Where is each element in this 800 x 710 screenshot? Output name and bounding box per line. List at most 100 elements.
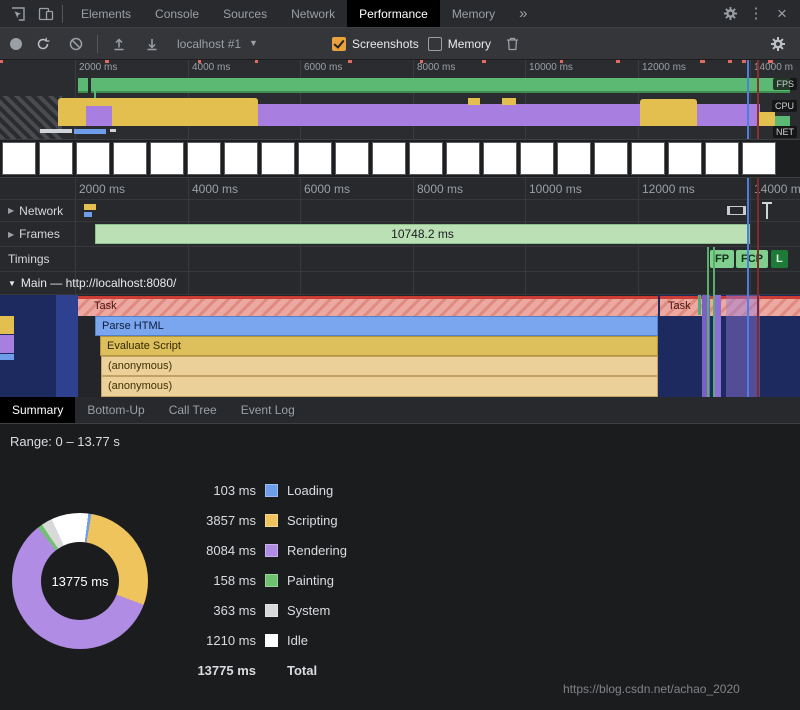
cpu-scripting-bump xyxy=(502,98,516,105)
watermark-text: https://blog.csdn.net/achao_2020 xyxy=(563,682,740,696)
screenshots-toggle[interactable]: Screenshots xyxy=(332,37,419,51)
screenshot-thumb[interactable] xyxy=(187,142,221,175)
long-task-mark xyxy=(616,60,620,63)
main-thread-track-header[interactable]: ▼ Main — http://localhost:8080/ xyxy=(0,272,800,295)
network-request-ibeam[interactable] xyxy=(766,202,768,219)
tab-label: Network xyxy=(291,7,335,21)
expand-arrow-icon[interactable]: ▶ xyxy=(8,206,14,215)
frames-track-header[interactable]: ▶ Frames xyxy=(8,227,60,241)
net-track-label: NET xyxy=(773,126,797,138)
screenshot-thumb[interactable] xyxy=(76,142,110,175)
tab-memory[interactable]: Memory xyxy=(440,0,507,27)
range-handle-band[interactable] xyxy=(56,295,78,397)
screenshot-thumb[interactable] xyxy=(298,142,332,175)
tab-label: Sources xyxy=(223,7,267,21)
long-task-mark xyxy=(348,60,352,63)
network-request-ibeam-cap xyxy=(762,202,772,204)
tab-label: Event Log xyxy=(241,403,295,417)
screenshot-thumb[interactable] xyxy=(742,142,776,175)
screenshots-checkbox[interactable] xyxy=(332,37,346,51)
save-profile-icon[interactable] xyxy=(140,32,164,56)
tab-bottom-up[interactable]: Bottom-Up xyxy=(75,397,156,423)
flame-anonymous-bar-2[interactable]: (anonymous) xyxy=(101,376,658,397)
tab-call-tree[interactable]: Call Tree xyxy=(157,397,229,423)
screenshot-thumb[interactable] xyxy=(335,142,369,175)
tab-label: Memory xyxy=(452,7,495,21)
network-request-bar[interactable] xyxy=(84,204,96,210)
timings-track-header[interactable]: Timings xyxy=(8,252,50,266)
screenshot-thumb[interactable] xyxy=(668,142,702,175)
overview-tick-label: 10000 ms xyxy=(529,62,573,73)
screenshot-thumb[interactable] xyxy=(520,142,554,175)
flame-bar-label: Parse HTML xyxy=(102,320,164,332)
tab-sources[interactable]: Sources xyxy=(211,0,279,27)
tab-performance[interactable]: Performance xyxy=(347,0,440,27)
performance-toolbar: localhost #1 ▼ Screenshots Memory xyxy=(0,28,800,60)
flame-evaluate-script-bar[interactable]: Evaluate Script xyxy=(100,336,658,356)
network-track-header[interactable]: ▶ Network xyxy=(8,204,63,218)
timings-track[interactable]: Timings FP FCP L xyxy=(0,247,800,272)
more-tabs-button[interactable]: » xyxy=(507,0,539,27)
device-toolbar-icon[interactable] xyxy=(34,2,58,26)
frames-track[interactable]: ▶ Frames 10748.2 ms xyxy=(0,222,800,247)
screenshot-thumb[interactable] xyxy=(113,142,147,175)
tab-label: Performance xyxy=(359,7,428,21)
tab-console[interactable]: Console xyxy=(143,0,211,27)
network-request-bar[interactable] xyxy=(84,212,92,217)
network-request-capsule[interactable] xyxy=(727,206,746,215)
flame-parse-html-bar[interactable]: Parse HTML xyxy=(95,316,658,336)
flame-anonymous-bar[interactable]: (anonymous) xyxy=(101,356,658,376)
tab-elements[interactable]: Elements xyxy=(69,0,143,27)
flame-bar-label: Evaluate Script xyxy=(107,340,181,352)
profile-select[interactable]: localhost #1 ▼ xyxy=(173,37,323,51)
kebab-menu-icon[interactable]: ⋮ xyxy=(744,2,768,26)
screenshots-label: Screenshots xyxy=(352,37,419,51)
devtools-window: Elements Console Sources Network Perform… xyxy=(0,0,800,710)
capture-settings-gear-icon[interactable] xyxy=(766,32,790,56)
screenshot-thumb[interactable] xyxy=(150,142,184,175)
overview[interactable]: FPS CPU NET 2000 ms4000 ms6000 ms8000 ms… xyxy=(0,60,800,140)
fcp-badge[interactable]: FCP xyxy=(736,250,768,268)
legend-value: 3857 ms xyxy=(192,513,256,528)
settings-gear-icon[interactable] xyxy=(718,2,742,26)
overview-tick-label: 2000 ms xyxy=(79,62,117,73)
reload-and-record-icon[interactable] xyxy=(31,32,55,56)
memory-checkbox[interactable] xyxy=(428,37,442,51)
load-marker-line xyxy=(757,178,759,397)
screenshot-thumb[interactable] xyxy=(224,142,258,175)
clear-recording-icon[interactable] xyxy=(64,32,88,56)
screenshot-thumb[interactable] xyxy=(39,142,73,175)
tab-network[interactable]: Network xyxy=(279,0,347,27)
screenshot-thumb[interactable] xyxy=(2,142,36,175)
screenshot-thumb[interactable] xyxy=(446,142,480,175)
screenshot-thumb[interactable] xyxy=(409,142,443,175)
close-icon[interactable]: × xyxy=(770,2,794,26)
expand-arrow-icon[interactable]: ▶ xyxy=(8,230,14,239)
flame-task-bar[interactable]: Task xyxy=(78,296,658,316)
screenshot-thumb[interactable] xyxy=(705,142,739,175)
tab-event-log[interactable]: Event Log xyxy=(229,397,307,423)
screenshot-thumb[interactable] xyxy=(631,142,665,175)
flame-chart[interactable]: Task Task Parse HTML Evaluate Script (an… xyxy=(0,295,800,397)
edge-rendering-fragment xyxy=(0,335,14,353)
ruler-tick-label: 4000 ms xyxy=(192,182,238,196)
screenshot-thumb[interactable] xyxy=(372,142,406,175)
record-button[interactable] xyxy=(10,38,22,50)
screenshot-thumb[interactable] xyxy=(261,142,295,175)
collapse-arrow-icon[interactable]: ▼ xyxy=(8,279,16,288)
load-badge[interactable]: L xyxy=(771,250,788,268)
screenshot-thumb[interactable] xyxy=(557,142,591,175)
network-track[interactable]: ▶ Network xyxy=(0,200,800,222)
legend-label: Rendering xyxy=(287,543,347,558)
load-profile-icon[interactable] xyxy=(107,32,131,56)
memory-toggle[interactable]: Memory xyxy=(428,37,491,51)
frame-duration-bar[interactable]: 10748.2 ms xyxy=(95,224,750,244)
long-task-mark xyxy=(728,60,732,63)
ruler-tick-label: 8000 ms xyxy=(417,182,463,196)
screenshot-thumb[interactable] xyxy=(594,142,628,175)
filmstrip xyxy=(0,140,800,178)
tab-summary[interactable]: Summary xyxy=(0,397,75,423)
trash-icon[interactable] xyxy=(500,32,524,56)
screenshot-thumb[interactable] xyxy=(483,142,517,175)
inspect-element-icon[interactable] xyxy=(6,2,30,26)
